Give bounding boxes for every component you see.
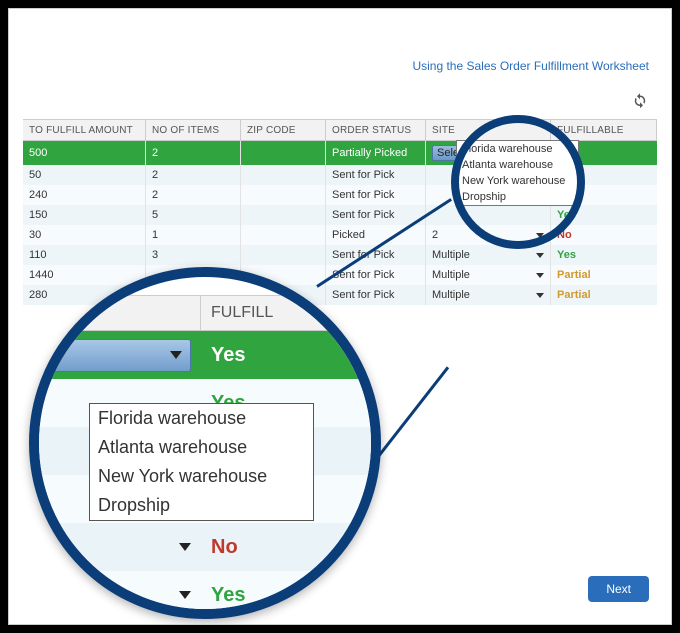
site-option[interactable]: New York warehouse [457,173,578,189]
site-dropdown-menu[interactable]: Florida warehouseAtlanta warehouseNew Yo… [456,140,579,206]
site-option[interactable]: Atlanta warehouse [457,157,578,173]
col-to-fulfill-amount: TO FULFILL AMOUNT [23,119,146,141]
zoom-fulfill-cell: Yes [201,578,381,613]
chevron-down-icon [536,293,544,298]
zoom-site-option[interactable]: Dropship [90,491,313,520]
help-link[interactable]: Using the Sales Order Fulfillment Worksh… [412,59,649,73]
fulfillable-cell: Partial [551,265,657,285]
col-zip-code: ZIP CODE [241,119,326,141]
fulfillable-cell: No [551,225,657,245]
table-row[interactable]: 1505Sent for PickYes [23,205,657,225]
zoom-row: ltipleYes [29,571,381,619]
zoom-site-cell[interactable]: Select [29,333,201,378]
col-order-status: ORDER STATUS [326,119,426,141]
table-row[interactable]: 1103Sent for PickMultipleYes [23,245,657,265]
zoom-site-select[interactable]: Select [29,339,191,372]
zoom-fulfill-cell: Yes [201,338,381,373]
zoom-site-dropdown-menu[interactable]: Florida warehouseAtlanta warehouseNew Yo… [89,403,314,521]
refresh-icon[interactable] [631,91,649,109]
table-row[interactable]: 1440Sent for PickMultiplePartial [23,265,657,285]
zoom-site-cell[interactable]: ltiple [29,579,201,612]
zoom-row: Select Yes [29,331,381,379]
zoom-col-site: SITE [29,296,201,330]
zoom-col-fulfill: FULFILL [201,296,381,330]
zoom-fulfill-cell: No [201,530,381,565]
table-row[interactable]: 301Picked2No [23,225,657,245]
col-fulfillable: FULFILLABLE [551,119,657,141]
zoom-lens: SITE FULFILL SelectYesYesYesYess2Noltipl… [29,267,381,619]
zoom-site-option[interactable]: New York warehouse [90,462,313,491]
chevron-down-icon [179,543,191,551]
fulfillment-worksheet-panel: Using the Sales Order Fulfillment Worksh… [8,8,672,625]
site-cell[interactable]: Multiple [426,265,551,285]
zoom-row: s2No [29,523,381,571]
zoom-site-option[interactable]: Atlanta warehouse [90,433,313,462]
col-no-of-items: NO OF ITEMS [146,119,241,141]
site-option[interactable]: Florida warehouse [457,141,578,157]
col-site: SITE [426,119,551,141]
site-cell[interactable] [426,205,551,225]
fulfillable-cell: Yes [551,245,657,265]
site-cell[interactable]: Multiple [426,245,551,265]
zoom-site-cell[interactable]: s2 [29,531,201,564]
site-cell[interactable]: Multiple [426,285,551,305]
site-option[interactable]: Dropship [457,189,578,205]
chevron-down-icon [536,233,544,238]
fulfillable-cell: Partial [551,285,657,305]
chevron-down-icon [170,351,182,359]
table-header-row: TO FULFILL AMOUNT NO OF ITEMS ZIP CODE O… [23,119,657,141]
next-button[interactable]: Next [588,576,649,602]
zoom-site-option[interactable]: Florida warehouse [90,404,313,433]
chevron-down-icon [536,273,544,278]
chevron-down-icon [536,253,544,258]
site-cell[interactable]: 2 [426,225,551,245]
chevron-down-icon [179,591,191,599]
zoom-header-row: SITE FULFILL [29,295,381,331]
fulfillable-cell: Yes [551,205,657,225]
